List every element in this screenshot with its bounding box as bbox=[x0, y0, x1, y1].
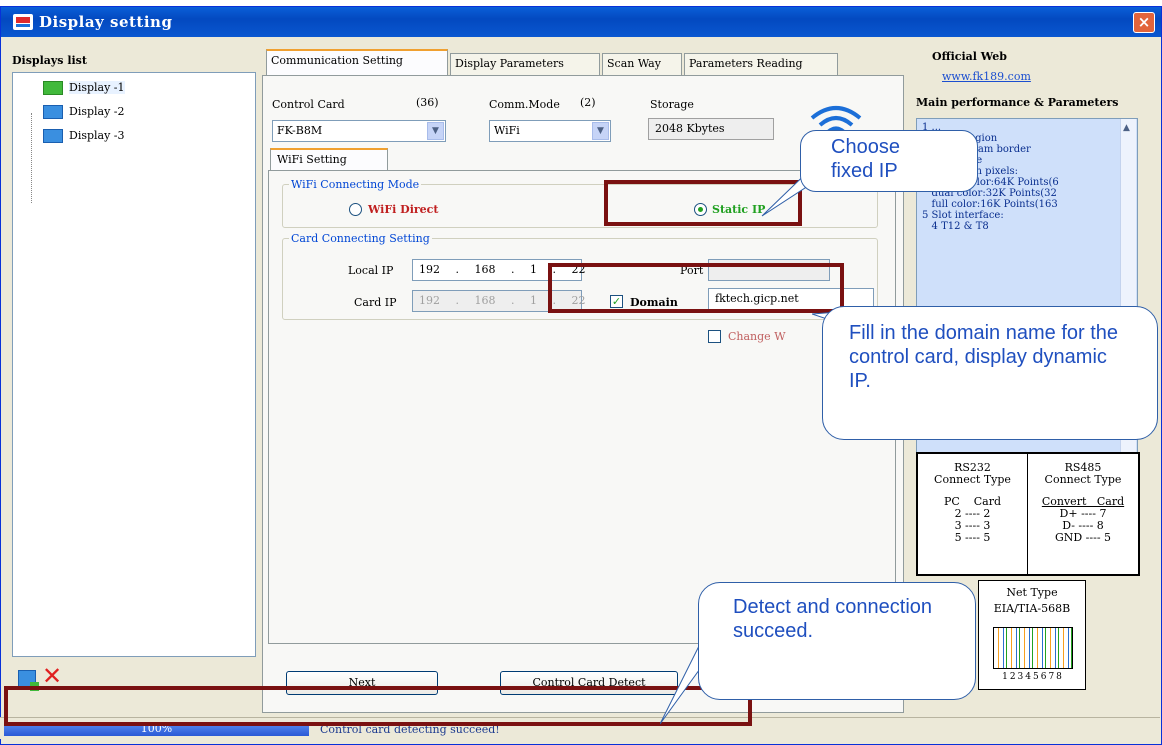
choose-fixed-ip-callout: Choose fixed IP bbox=[800, 130, 978, 192]
net-pin-numbers: 12345678 bbox=[1002, 672, 1064, 682]
rs232-title: RS232 Connect Type bbox=[934, 461, 1011, 486]
comm-mode-count: (2) bbox=[580, 96, 596, 109]
net-type-standard: EIA/TIA-568B bbox=[993, 602, 1071, 615]
tab-communication-setting[interactable]: Communication Setting bbox=[266, 49, 448, 76]
tree-item-label: Display -2 bbox=[69, 105, 125, 118]
rj45-connector-icon bbox=[993, 627, 1073, 669]
net-type-box: Net Type EIA/TIA-568B 12345678 bbox=[978, 580, 1086, 690]
tab-scan-way[interactable]: Scan Way bbox=[602, 53, 682, 75]
comm-mode-select[interactable]: WiFi ▼ bbox=[489, 120, 611, 142]
connect-type-table: RS232 Connect Type PC Card 2 ---- 2 3 --… bbox=[916, 452, 1140, 576]
title-bar[interactable]: Display setting × bbox=[1, 7, 1161, 37]
card-ip-label: Card IP bbox=[354, 296, 397, 309]
delete-display-icon[interactable]: ✕ bbox=[42, 664, 62, 688]
performance-line: 5 Slot interface: bbox=[922, 210, 1004, 221]
rs485-title: RS485 Connect Type bbox=[1044, 461, 1122, 486]
display-blue-icon bbox=[43, 129, 63, 143]
displays-list-panel: Displays list Display -1 Display -2 Disp… bbox=[4, 42, 256, 702]
change-checkbox[interactable] bbox=[708, 330, 721, 343]
storage-label: Storage bbox=[650, 98, 694, 111]
local-ip-label: Local IP bbox=[348, 264, 394, 277]
perf-heading: Main performance & Parameters bbox=[916, 96, 1119, 109]
control-card-select[interactable]: FK-B8M ▼ bbox=[272, 120, 446, 142]
storage-value: 2048 Kbytes bbox=[648, 118, 774, 140]
status-highlight bbox=[4, 686, 752, 726]
wifi-direct-label[interactable]: WiFi Direct bbox=[368, 203, 438, 216]
control-card-label: Control Card bbox=[272, 98, 345, 111]
display-green-icon bbox=[43, 81, 63, 95]
official-web-label: Official Web bbox=[932, 50, 1007, 63]
tree-lines bbox=[31, 113, 45, 203]
domain-highlight bbox=[548, 263, 844, 313]
control-card-value: FK-B8M bbox=[277, 124, 323, 137]
chevron-down-icon: ▼ bbox=[592, 122, 609, 140]
rs232-section: RS232 Connect Type PC Card 2 ---- 2 3 --… bbox=[918, 454, 1028, 574]
performance-line: full color:16K Points(163 bbox=[922, 199, 1058, 210]
wifi-direct-radio[interactable] bbox=[349, 203, 362, 216]
rs232-row: 5 ---- 5 bbox=[954, 531, 991, 544]
tree-item-label: Display -3 bbox=[69, 129, 125, 142]
detect-callout: Detect and connection succeed. bbox=[698, 582, 976, 700]
displays-tree[interactable]: Display -1 Display -2 Display -3 bbox=[12, 72, 256, 657]
chevron-down-icon: ▼ bbox=[427, 122, 444, 140]
tab-parameters-reading[interactable]: Parameters Reading bbox=[684, 53, 838, 75]
card-connecting-setting-legend: Card Connecting Setting bbox=[291, 232, 430, 245]
official-web-link[interactable]: www.fk189.com bbox=[942, 70, 1031, 83]
net-type-title: Net Type bbox=[1006, 586, 1058, 599]
tab-display-parameters[interactable]: Display Parameters bbox=[450, 53, 600, 75]
comm-mode-label: Comm.Mode bbox=[489, 98, 560, 111]
close-button[interactable]: × bbox=[1133, 12, 1155, 33]
performance-line: 4 T12 & T8 bbox=[922, 221, 989, 232]
comm-mode-value: WiFi bbox=[494, 124, 520, 137]
wifi-connecting-mode-legend: WiFi Connecting Mode bbox=[291, 178, 420, 191]
display-blue-icon bbox=[43, 105, 63, 119]
window-title: Display setting bbox=[39, 13, 173, 31]
domain-callout: Fill in the domain name for the control … bbox=[822, 306, 1158, 440]
displays-list-heading: Displays list bbox=[12, 54, 87, 67]
control-card-count: (36) bbox=[416, 96, 439, 109]
tab-wifi-setting[interactable]: WiFi Setting bbox=[270, 148, 388, 170]
tree-item-label: Display -1 bbox=[69, 81, 125, 94]
rs485-row: GND ---- 5 bbox=[1054, 531, 1112, 544]
change-label: Change W bbox=[728, 330, 786, 343]
app-icon bbox=[13, 14, 33, 30]
rs485-section: RS485 Connect Type Convert Card D+ ---- … bbox=[1028, 454, 1138, 574]
